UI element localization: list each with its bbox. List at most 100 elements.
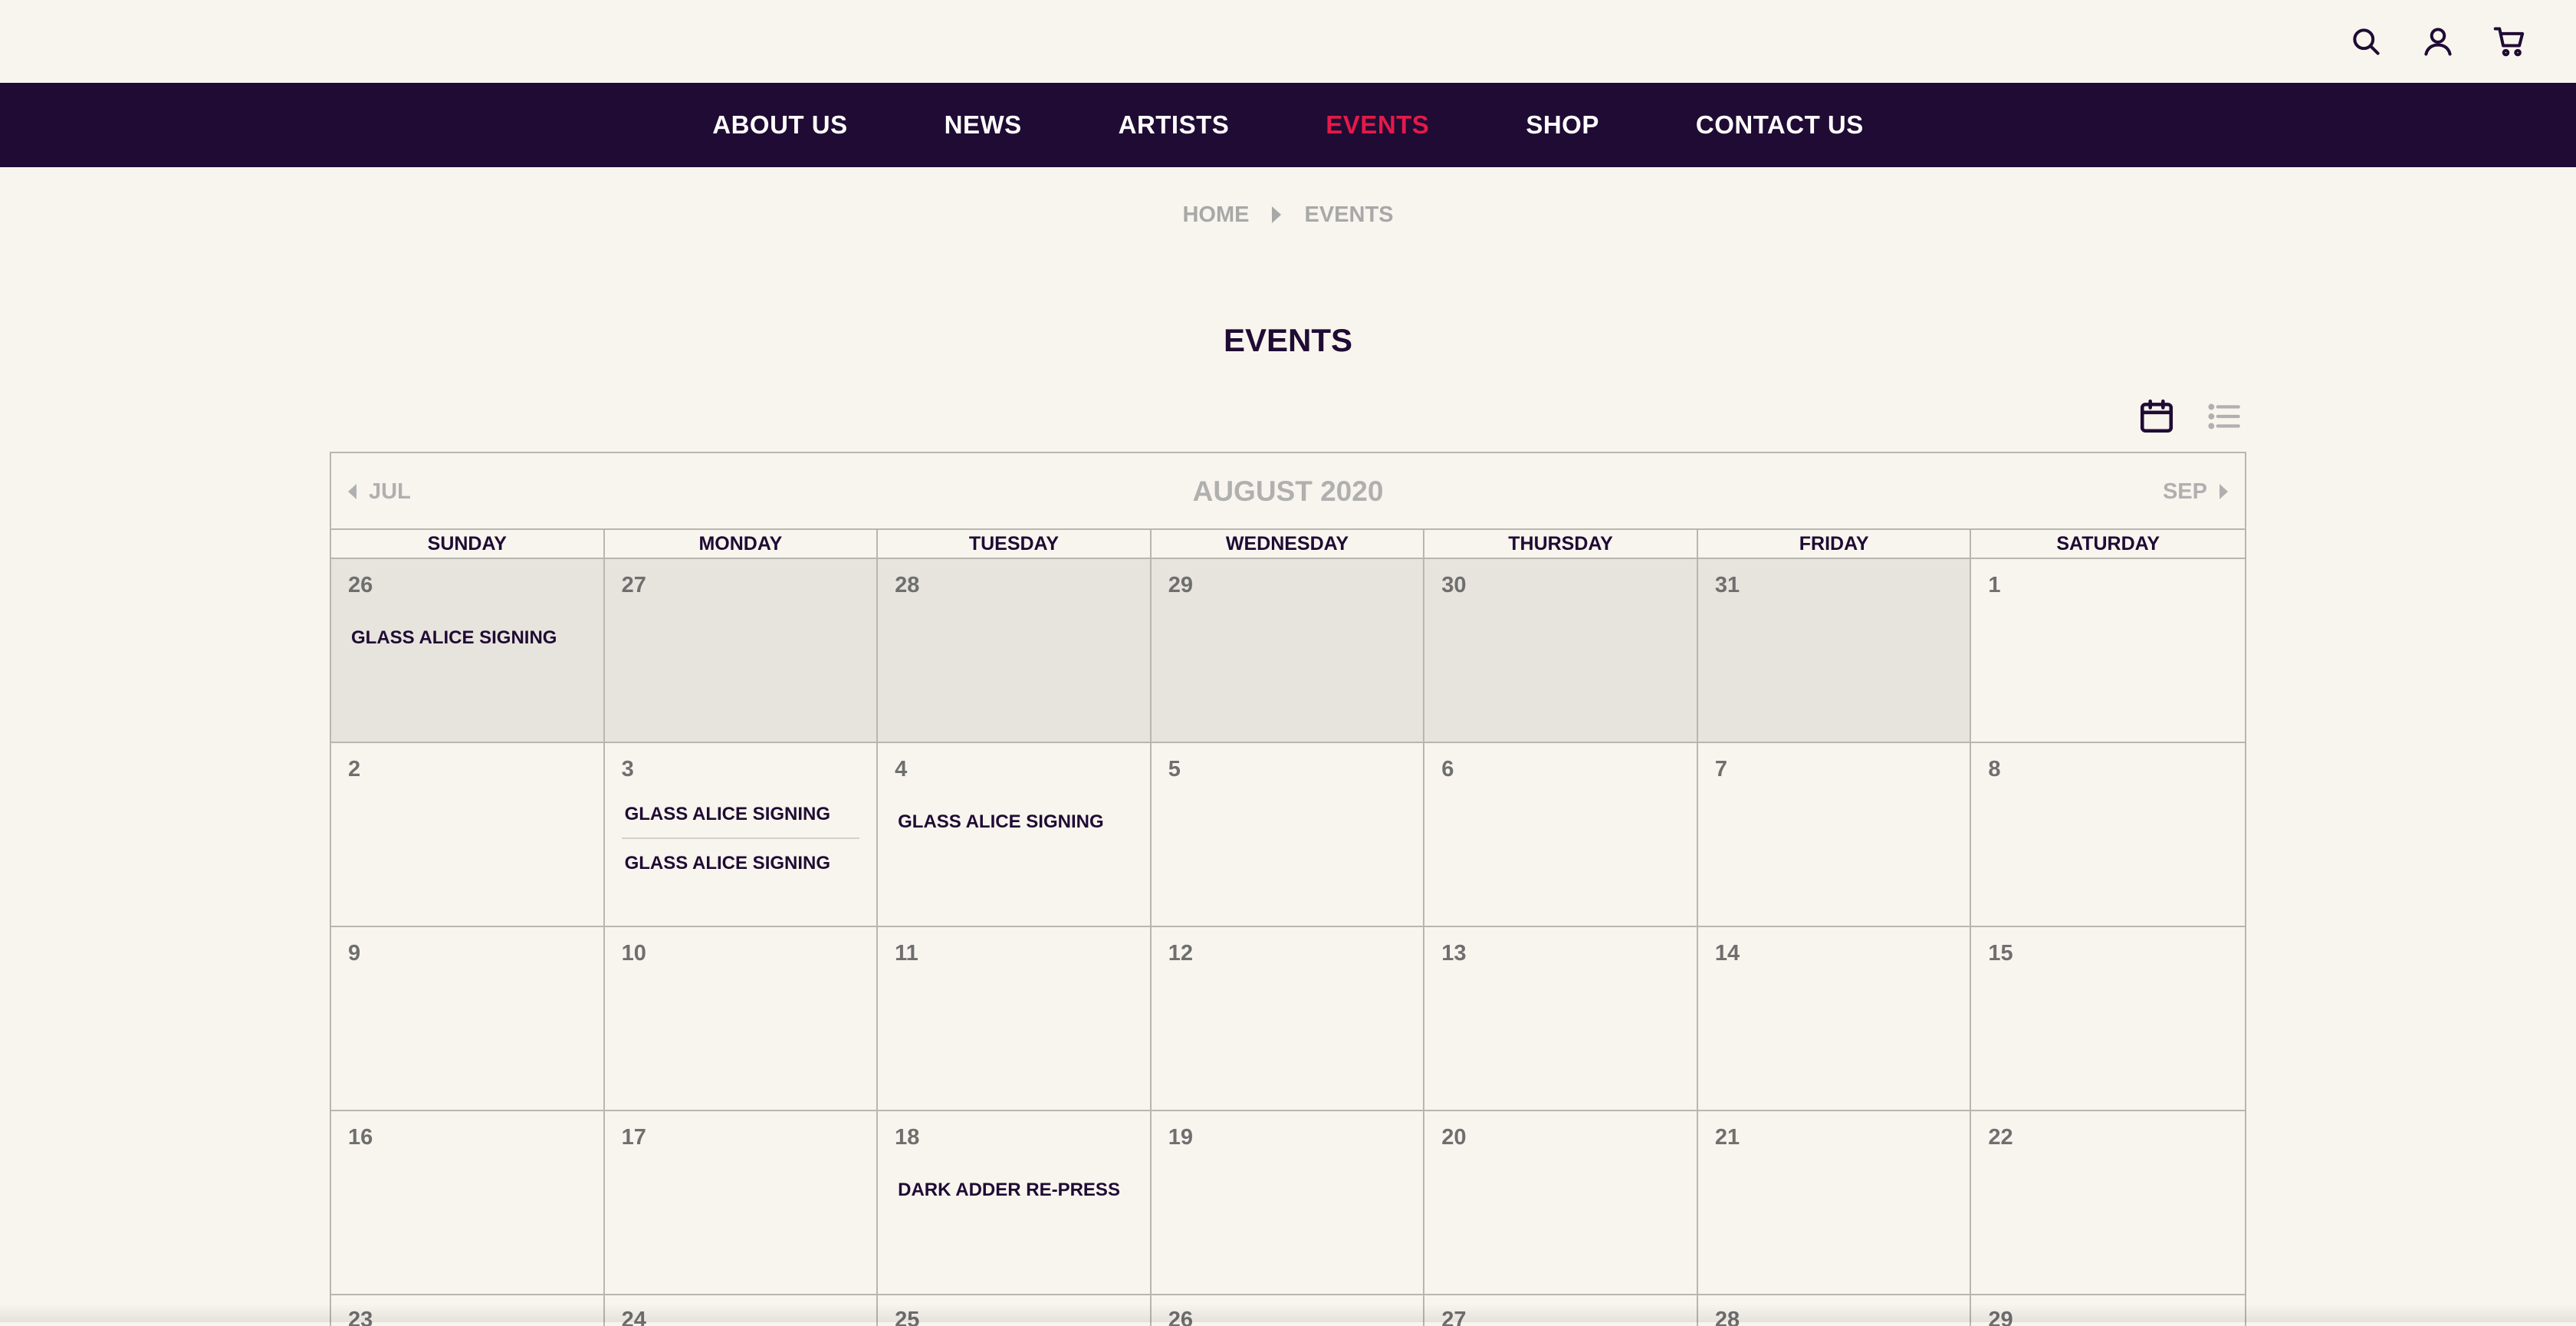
month-title: AUGUST 2020 (1192, 475, 1384, 507)
calendar-day-cell[interactable]: 3 GLASS ALICE SIGNING GLASS ALICE SIGNING (605, 743, 879, 926)
list-icon (2208, 403, 2240, 429)
page-fold-shadow (0, 1304, 2576, 1322)
calendar-day-cell[interactable]: 2 (331, 743, 605, 926)
events-calendar: JUL AUGUST 2020 SEP SUNDAY MONDAY TUESDA… (330, 452, 2246, 1326)
day-events: GLASS ALICE SIGNING (348, 621, 603, 661)
day-number: 14 (1714, 941, 1740, 966)
nav-item-about-us[interactable]: ABOUT US (712, 110, 847, 140)
day-number: 16 (348, 1125, 373, 1150)
day-number: 22 (1988, 1125, 2013, 1150)
day-number: 21 (1714, 1125, 1740, 1150)
calendar-day-cell[interactable]: 31 (1697, 559, 1972, 742)
calendar-day-cell[interactable]: 26 GLASS ALICE SIGNING (331, 559, 605, 742)
event-link[interactable]: GLASS ALICE SIGNING (895, 805, 1133, 845)
day-number: 12 (1168, 941, 1193, 966)
day-events: DARK ADDER RE-PRESS (895, 1173, 1150, 1213)
day-number: 29 (1168, 573, 1193, 597)
day-number: 17 (621, 1125, 646, 1150)
prev-month-button[interactable]: JUL (348, 453, 411, 530)
day-number: 15 (1988, 941, 2013, 966)
calendar-day-cell[interactable]: 29 (1151, 559, 1425, 742)
calendar-day-cell[interactable]: 10 (605, 927, 879, 1110)
calendar-day-cell[interactable]: 13 (1424, 927, 1698, 1110)
weekday-label: FRIDAY (1698, 530, 1972, 558)
weekday-header: SUNDAY MONDAY TUESDAY WEDNESDAY THURSDAY… (331, 530, 2245, 559)
nav-item-shop[interactable]: SHOP (1526, 110, 1599, 140)
calendar-day-cell[interactable]: 19 (1152, 1111, 1425, 1294)
calendar-day-cell[interactable]: 11 (878, 927, 1152, 1110)
calendar-day-cell[interactable]: 6 (1424, 743, 1698, 926)
day-number: 26 (348, 573, 373, 597)
nav-item-news[interactable]: NEWS (945, 110, 1022, 140)
calendar-day-cell[interactable]: 7 (1698, 743, 1972, 926)
nav-item-events[interactable]: EVENTS (1326, 110, 1429, 140)
day-number: 27 (621, 573, 646, 597)
calendar-day-cell[interactable]: 28 (878, 559, 1152, 742)
day-number: 10 (621, 941, 646, 966)
day-number: 19 (1168, 1125, 1193, 1150)
calendar-day-cell[interactable]: 12 (1152, 927, 1425, 1110)
day-number: 9 (348, 941, 361, 966)
calendar-day-cell[interactable]: 21 (1698, 1111, 1972, 1294)
nav-item-contact-us[interactable]: CONTACT US (1696, 110, 1864, 140)
breadcrumb-current: EVENTS (1304, 202, 1394, 227)
day-events: GLASS ALICE SIGNING GLASS ALICE SIGNING (621, 798, 877, 887)
calendar-day-cell[interactable]: 9 (331, 927, 605, 1110)
chevron-right-icon (2220, 484, 2228, 499)
day-number: 7 (1714, 757, 1727, 781)
weekday-label: TUESDAY (878, 530, 1152, 558)
calendar-day-cell[interactable]: 27 (604, 559, 879, 742)
breadcrumb: HOME EVENTS (0, 198, 2576, 232)
calendar-day-cell[interactable]: 15 (1971, 927, 2245, 1110)
calendar-day-cell[interactable]: 8 (1971, 743, 2245, 926)
event-link[interactable]: GLASS ALICE SIGNING (348, 621, 586, 661)
day-number: 6 (1441, 757, 1454, 781)
calendar-grid: 26 GLASS ALICE SIGNING 27 28 29 30 31 1 2 3 GLASS … (331, 559, 2245, 1326)
calendar-week-row: 9 10 11 12 13 14 15 (331, 927, 2245, 1111)
day-number: 3 (621, 757, 634, 781)
nav-item-artists[interactable]: ARTISTS (1119, 110, 1230, 140)
calendar-week-row: 2 3 GLASS ALICE SIGNING GLASS ALICE SIGNING… (331, 743, 2245, 927)
day-number: 20 (1441, 1125, 1467, 1150)
chevron-right-icon (1272, 206, 1282, 223)
day-number: 1 (1988, 573, 2001, 597)
page-title: EVENTS (1223, 322, 1353, 358)
calendar-day-cell[interactable]: 18 DARK ADDER RE-PRESS (878, 1111, 1152, 1294)
calendar-view-button[interactable] (2136, 396, 2177, 437)
calendar-icon (2140, 399, 2174, 433)
breadcrumb-home[interactable]: HOME (1182, 202, 1249, 228)
calendar-day-cell[interactable]: 14 (1698, 927, 1972, 1110)
weekday-label: SUNDAY (331, 530, 605, 558)
calendar-day-cell[interactable]: 1 (1971, 559, 2245, 742)
calendar-day-cell[interactable]: 17 (605, 1111, 879, 1294)
day-number: 30 (1441, 573, 1467, 597)
day-number: 13 (1441, 941, 1467, 966)
list-view-button[interactable] (2203, 396, 2245, 437)
weekday-label: SATURDAY (2056, 532, 2160, 554)
next-month-button[interactable]: SEP (2163, 453, 2228, 530)
day-number: 18 (895, 1125, 920, 1150)
calendar-week-row: 16 17 18 DARK ADDER RE-PRESS 19 20 21 22 (331, 1111, 2245, 1295)
calendar-day-cell[interactable]: 22 (1971, 1111, 2245, 1294)
event-link[interactable]: GLASS ALICE SIGNING (622, 798, 860, 837)
account-icon[interactable] (2420, 23, 2456, 60)
calendar-week-row: 26 GLASS ALICE SIGNING 27 28 29 30 31 1 (331, 559, 2245, 743)
day-number: 11 (895, 941, 918, 966)
cart-icon[interactable] (2492, 23, 2528, 60)
calendar-day-cell[interactable]: 30 (1424, 559, 1698, 742)
main-nav: ABOUT US NEWS ARTISTS EVENTS SHOP CONTAC… (0, 83, 2576, 167)
calendar-day-cell[interactable]: 20 (1424, 1111, 1698, 1294)
chevron-left-icon (348, 484, 356, 499)
day-events: GLASS ALICE SIGNING (895, 805, 1150, 845)
event-link[interactable]: GLASS ALICE SIGNING (621, 837, 860, 887)
calendar-day-cell[interactable]: 16 (331, 1111, 605, 1294)
day-number: 8 (1988, 757, 2001, 781)
next-month-label: SEP (2162, 479, 2207, 504)
day-number: 2 (348, 757, 361, 781)
weekday-label: THURSDAY (1424, 530, 1698, 558)
search-icon[interactable] (2348, 23, 2384, 60)
event-link[interactable]: DARK ADDER RE-PRESS (895, 1173, 1133, 1213)
calendar-day-cell[interactable]: 5 (1152, 743, 1425, 926)
calendar-day-cell[interactable]: 4 GLASS ALICE SIGNING (878, 743, 1152, 926)
day-number: 4 (895, 757, 908, 781)
